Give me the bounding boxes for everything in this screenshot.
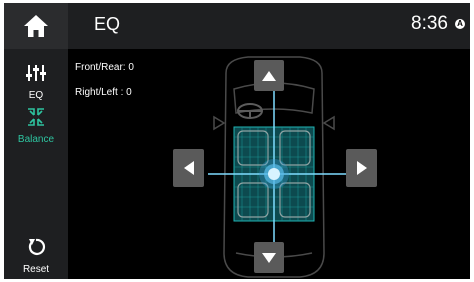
page-title: EQ (94, 14, 121, 34)
sidebar-item-label: EQ (28, 90, 44, 101)
balance-knob[interactable] (259, 159, 289, 189)
sidebar-item-eq[interactable]: EQ (4, 63, 68, 101)
status-badge-icon: A (455, 19, 465, 29)
clock: 8:36 (411, 13, 448, 34)
arrow-up-icon (262, 70, 276, 81)
front-arrow-button[interactable] (254, 60, 284, 91)
balance-speakers-icon (28, 108, 44, 126)
arrow-right-icon (356, 161, 367, 175)
sidebar-item-balance[interactable]: Balance (4, 107, 68, 145)
right-arrow-button[interactable] (346, 149, 377, 187)
arrow-down-icon (262, 252, 276, 263)
sidebar-item-label: Reset (22, 264, 50, 275)
steering-wheel-icon (237, 103, 263, 119)
sidebar-item-reset[interactable]: Reset (4, 237, 68, 275)
reset-icon (28, 238, 45, 255)
screen: EQ 8:36 A EQ Balance Reset Front/Rear: 0… (4, 3, 470, 279)
equalizer-sliders-icon (26, 65, 46, 81)
rear-arrow-button[interactable] (254, 242, 284, 273)
arrow-left-icon (183, 161, 194, 175)
left-mirror-icon (213, 115, 226, 131)
home-icon (24, 15, 48, 37)
right-mirror-icon (322, 115, 335, 131)
left-arrow-button[interactable] (173, 149, 204, 187)
right-left-readout: Right/Left : 0 (75, 87, 132, 98)
header-bar: EQ 8:36 A (4, 3, 470, 49)
sidebar-item-label: Balance (17, 134, 55, 145)
home-button[interactable] (4, 3, 68, 49)
sidebar: EQ Balance Reset (4, 49, 68, 279)
front-rear-readout: Front/Rear: 0 (75, 62, 134, 73)
